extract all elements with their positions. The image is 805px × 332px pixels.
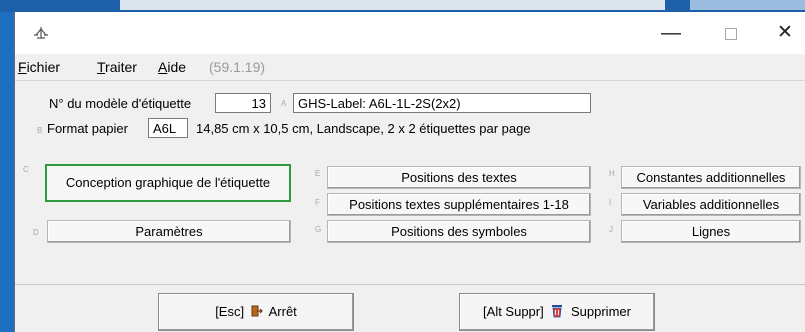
maximize-button[interactable] bbox=[711, 16, 751, 50]
additional-constants-button[interactable]: Constantes additionnelles bbox=[621, 166, 801, 189]
model-number-field[interactable]: 13 bbox=[215, 93, 271, 113]
footer-separator bbox=[15, 284, 805, 285]
delete-label: Supprimer bbox=[570, 304, 631, 319]
hint-d: D bbox=[33, 228, 39, 237]
hint-f: F bbox=[315, 198, 320, 207]
stop-button[interactable]: [Esc] Arrêt bbox=[158, 293, 354, 331]
paper-format-label: Format papier bbox=[47, 121, 128, 136]
hint-i: I bbox=[609, 198, 612, 207]
menu-aide-label: ide bbox=[167, 59, 187, 75]
title-bar: — ✕ bbox=[15, 12, 805, 54]
menu-aide-accel: A bbox=[158, 59, 168, 75]
stop-key: [Esc] bbox=[215, 304, 245, 319]
background-window-strip bbox=[0, 0, 805, 12]
hint-a: A bbox=[281, 99, 287, 108]
maximize-icon bbox=[725, 27, 737, 40]
label-design-button[interactable]: Conception graphique de l'étiquette bbox=[45, 164, 291, 202]
background-window-area bbox=[120, 0, 665, 10]
paper-format-description: 14,85 cm x 10,5 cm, Landscape, 2 x 2 éti… bbox=[196, 121, 531, 136]
menu-bar: Fichier Traiter Aide (59.1.19) bbox=[15, 54, 805, 80]
hint-b: B bbox=[37, 126, 43, 135]
paper-format-field[interactable]: A6L bbox=[148, 118, 188, 138]
hint-c: C bbox=[23, 165, 29, 174]
delete-button[interactable]: [Alt Suppr] Supprimer bbox=[459, 293, 655, 331]
menu-aide[interactable]: Aide bbox=[158, 59, 186, 75]
background-window-block bbox=[690, 0, 805, 10]
app-icon bbox=[33, 26, 49, 43]
menu-traiter-accel: T bbox=[97, 59, 106, 75]
lines-button[interactable]: Lignes bbox=[621, 220, 801, 243]
extra-text-positions-button[interactable]: Positions textes supplémentaires 1-18 bbox=[327, 193, 591, 216]
close-button[interactable]: ✕ bbox=[765, 16, 805, 50]
additional-variables-button[interactable]: Variables additionnelles bbox=[621, 193, 801, 216]
symbol-positions-button[interactable]: Positions des symboles bbox=[327, 220, 591, 243]
menu-fichier[interactable]: Fichier bbox=[18, 59, 60, 75]
hint-e: E bbox=[315, 169, 321, 178]
parameters-button[interactable]: Paramètres bbox=[47, 220, 291, 243]
delete-key: [Alt Suppr] bbox=[483, 304, 544, 319]
model-number-label: N° du modèle d'étiquette bbox=[49, 96, 192, 111]
minimize-button[interactable]: — bbox=[651, 16, 691, 50]
menu-fichier-accel: F bbox=[18, 59, 27, 75]
hint-g: G bbox=[315, 225, 322, 234]
menu-separator bbox=[15, 80, 805, 81]
model-name-field[interactable]: GHS-Label: A6L-1L-2S(2x2) bbox=[293, 93, 591, 113]
text-positions-button[interactable]: Positions des textes bbox=[327, 166, 591, 189]
main-window: — ✕ Fichier Traiter Aide (59.1.19) N° du… bbox=[14, 12, 805, 332]
trash-icon bbox=[552, 305, 563, 318]
menu-fichier-label: ichier bbox=[26, 59, 61, 75]
stop-label: Arrêt bbox=[268, 304, 297, 319]
hint-h: H bbox=[609, 169, 615, 178]
menu-traiter-label: raiter bbox=[105, 59, 137, 75]
version-label: (59.1.19) bbox=[209, 59, 266, 75]
hint-j: J bbox=[609, 225, 613, 234]
menu-traiter[interactable]: Traiter bbox=[97, 59, 137, 75]
exit-door-icon bbox=[251, 305, 263, 317]
